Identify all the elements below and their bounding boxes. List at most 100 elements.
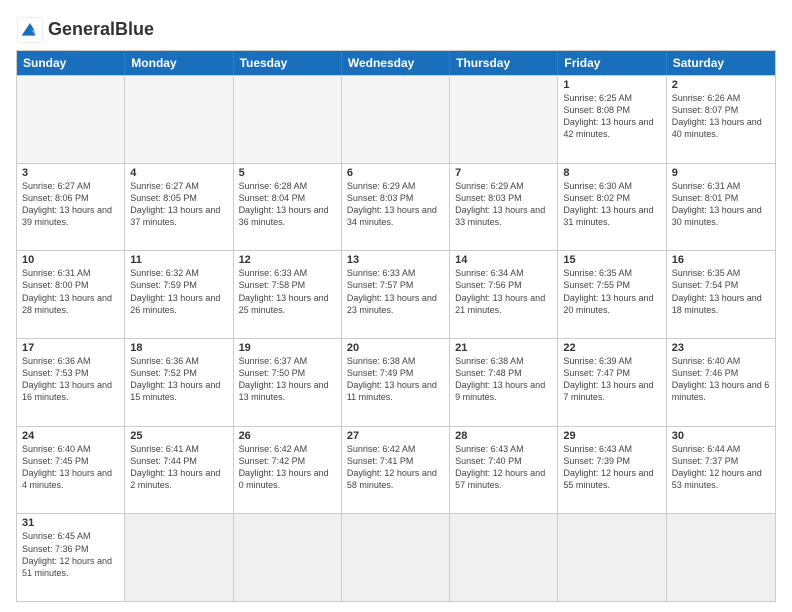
day-cell: 24Sunrise: 6:40 AM Sunset: 7:45 PM Dayli… <box>17 427 125 514</box>
calendar-row: 1Sunrise: 6:25 AM Sunset: 8:08 PM Daylig… <box>17 75 775 163</box>
weekday-header: Friday <box>558 51 666 75</box>
generalblue-icon <box>16 16 44 44</box>
day-number: 18 <box>130 342 227 354</box>
weekday-header: Tuesday <box>234 51 342 75</box>
day-info: Sunrise: 6:42 AM Sunset: 7:41 PM Dayligh… <box>347 443 444 492</box>
day-cell: 18Sunrise: 6:36 AM Sunset: 7:52 PM Dayli… <box>125 339 233 426</box>
day-cell: 11Sunrise: 6:32 AM Sunset: 7:59 PM Dayli… <box>125 251 233 338</box>
day-cell: 9Sunrise: 6:31 AM Sunset: 8:01 PM Daylig… <box>667 164 775 251</box>
day-number: 11 <box>130 254 227 266</box>
day-info: Sunrise: 6:35 AM Sunset: 7:55 PM Dayligh… <box>563 267 660 316</box>
empty-cell <box>234 76 342 163</box>
weekday-header: Thursday <box>450 51 558 75</box>
header: GeneralBlue <box>16 16 776 44</box>
weekday-header: Saturday <box>667 51 775 75</box>
day-info: Sunrise: 6:29 AM Sunset: 8:03 PM Dayligh… <box>455 180 552 229</box>
day-number: 21 <box>455 342 552 354</box>
day-info: Sunrise: 6:36 AM Sunset: 7:53 PM Dayligh… <box>22 355 119 404</box>
empty-cell <box>342 76 450 163</box>
day-cell: 12Sunrise: 6:33 AM Sunset: 7:58 PM Dayli… <box>234 251 342 338</box>
day-number: 9 <box>672 167 770 179</box>
day-number: 15 <box>563 254 660 266</box>
day-info: Sunrise: 6:39 AM Sunset: 7:47 PM Dayligh… <box>563 355 660 404</box>
day-info: Sunrise: 6:44 AM Sunset: 7:37 PM Dayligh… <box>672 443 770 492</box>
day-cell: 31Sunrise: 6:45 AM Sunset: 7:36 PM Dayli… <box>17 514 125 601</box>
day-cell: 25Sunrise: 6:41 AM Sunset: 7:44 PM Dayli… <box>125 427 233 514</box>
day-info: Sunrise: 6:45 AM Sunset: 7:36 PM Dayligh… <box>22 530 119 579</box>
empty-cell <box>125 514 233 601</box>
day-number: 16 <box>672 254 770 266</box>
logo: GeneralBlue <box>16 16 154 44</box>
day-number: 5 <box>239 167 336 179</box>
day-info: Sunrise: 6:29 AM Sunset: 8:03 PM Dayligh… <box>347 180 444 229</box>
day-cell: 7Sunrise: 6:29 AM Sunset: 8:03 PM Daylig… <box>450 164 558 251</box>
day-number: 26 <box>239 430 336 442</box>
day-number: 2 <box>672 79 770 91</box>
day-info: Sunrise: 6:40 AM Sunset: 7:46 PM Dayligh… <box>672 355 770 404</box>
day-info: Sunrise: 6:28 AM Sunset: 8:04 PM Dayligh… <box>239 180 336 229</box>
day-number: 1 <box>563 79 660 91</box>
day-info: Sunrise: 6:36 AM Sunset: 7:52 PM Dayligh… <box>130 355 227 404</box>
day-cell: 5Sunrise: 6:28 AM Sunset: 8:04 PM Daylig… <box>234 164 342 251</box>
day-cell: 8Sunrise: 6:30 AM Sunset: 8:02 PM Daylig… <box>558 164 666 251</box>
day-number: 23 <box>672 342 770 354</box>
day-number: 7 <box>455 167 552 179</box>
day-cell: 21Sunrise: 6:38 AM Sunset: 7:48 PM Dayli… <box>450 339 558 426</box>
empty-cell <box>450 76 558 163</box>
day-cell: 16Sunrise: 6:35 AM Sunset: 7:54 PM Dayli… <box>667 251 775 338</box>
day-info: Sunrise: 6:33 AM Sunset: 7:57 PM Dayligh… <box>347 267 444 316</box>
day-cell: 4Sunrise: 6:27 AM Sunset: 8:05 PM Daylig… <box>125 164 233 251</box>
day-number: 28 <box>455 430 552 442</box>
empty-cell <box>234 514 342 601</box>
day-cell: 26Sunrise: 6:42 AM Sunset: 7:42 PM Dayli… <box>234 427 342 514</box>
day-number: 22 <box>563 342 660 354</box>
empty-cell <box>125 76 233 163</box>
day-info: Sunrise: 6:30 AM Sunset: 8:02 PM Dayligh… <box>563 180 660 229</box>
day-info: Sunrise: 6:33 AM Sunset: 7:58 PM Dayligh… <box>239 267 336 316</box>
calendar: SundayMondayTuesdayWednesdayThursdayFrid… <box>16 50 776 602</box>
day-number: 12 <box>239 254 336 266</box>
day-cell: 28Sunrise: 6:43 AM Sunset: 7:40 PM Dayli… <box>450 427 558 514</box>
day-cell: 30Sunrise: 6:44 AM Sunset: 7:37 PM Dayli… <box>667 427 775 514</box>
day-cell: 14Sunrise: 6:34 AM Sunset: 7:56 PM Dayli… <box>450 251 558 338</box>
day-cell: 29Sunrise: 6:43 AM Sunset: 7:39 PM Dayli… <box>558 427 666 514</box>
day-number: 29 <box>563 430 660 442</box>
day-cell: 13Sunrise: 6:33 AM Sunset: 7:57 PM Dayli… <box>342 251 450 338</box>
day-info: Sunrise: 6:43 AM Sunset: 7:40 PM Dayligh… <box>455 443 552 492</box>
day-cell: 23Sunrise: 6:40 AM Sunset: 7:46 PM Dayli… <box>667 339 775 426</box>
day-cell: 22Sunrise: 6:39 AM Sunset: 7:47 PM Dayli… <box>558 339 666 426</box>
day-info: Sunrise: 6:26 AM Sunset: 8:07 PM Dayligh… <box>672 92 770 141</box>
day-number: 17 <box>22 342 119 354</box>
day-number: 25 <box>130 430 227 442</box>
day-cell: 15Sunrise: 6:35 AM Sunset: 7:55 PM Dayli… <box>558 251 666 338</box>
day-info: Sunrise: 6:41 AM Sunset: 7:44 PM Dayligh… <box>130 443 227 492</box>
day-info: Sunrise: 6:35 AM Sunset: 7:54 PM Dayligh… <box>672 267 770 316</box>
calendar-body: 1Sunrise: 6:25 AM Sunset: 8:08 PM Daylig… <box>17 75 775 601</box>
day-cell: 27Sunrise: 6:42 AM Sunset: 7:41 PM Dayli… <box>342 427 450 514</box>
calendar-row: 10Sunrise: 6:31 AM Sunset: 8:00 PM Dayli… <box>17 250 775 338</box>
calendar-row: 3Sunrise: 6:27 AM Sunset: 8:06 PM Daylig… <box>17 163 775 251</box>
day-number: 20 <box>347 342 444 354</box>
weekday-header: Wednesday <box>342 51 450 75</box>
day-cell: 1Sunrise: 6:25 AM Sunset: 8:08 PM Daylig… <box>558 76 666 163</box>
day-cell: 19Sunrise: 6:37 AM Sunset: 7:50 PM Dayli… <box>234 339 342 426</box>
day-number: 13 <box>347 254 444 266</box>
day-number: 3 <box>22 167 119 179</box>
day-info: Sunrise: 6:32 AM Sunset: 7:59 PM Dayligh… <box>130 267 227 316</box>
day-number: 31 <box>22 517 119 529</box>
weekday-header: Monday <box>125 51 233 75</box>
weekday-header: Sunday <box>17 51 125 75</box>
calendar-row: 24Sunrise: 6:40 AM Sunset: 7:45 PM Dayli… <box>17 426 775 514</box>
day-number: 4 <box>130 167 227 179</box>
day-number: 6 <box>347 167 444 179</box>
day-cell: 3Sunrise: 6:27 AM Sunset: 8:06 PM Daylig… <box>17 164 125 251</box>
day-info: Sunrise: 6:43 AM Sunset: 7:39 PM Dayligh… <box>563 443 660 492</box>
day-number: 24 <box>22 430 119 442</box>
empty-cell <box>17 76 125 163</box>
calendar-row: 17Sunrise: 6:36 AM Sunset: 7:53 PM Dayli… <box>17 338 775 426</box>
empty-cell <box>342 514 450 601</box>
page: GeneralBlue SundayMondayTuesdayWednesday… <box>0 0 792 612</box>
day-info: Sunrise: 6:31 AM Sunset: 8:01 PM Dayligh… <box>672 180 770 229</box>
day-cell: 17Sunrise: 6:36 AM Sunset: 7:53 PM Dayli… <box>17 339 125 426</box>
day-info: Sunrise: 6:27 AM Sunset: 8:05 PM Dayligh… <box>130 180 227 229</box>
